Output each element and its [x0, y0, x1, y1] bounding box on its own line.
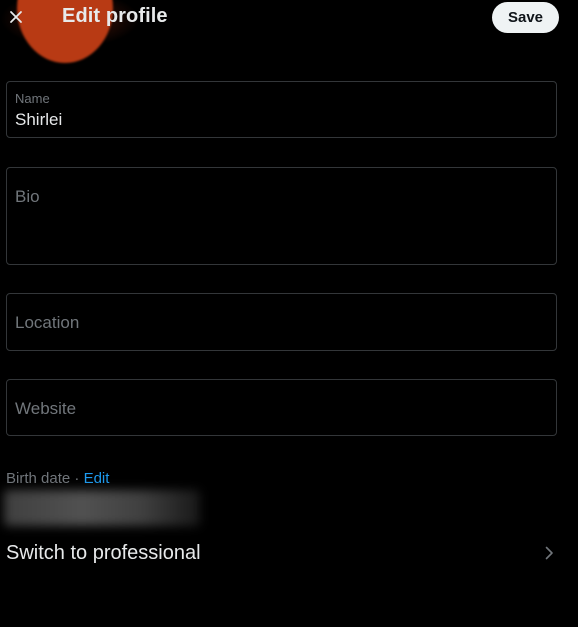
- close-icon: [10, 11, 22, 23]
- switch-to-professional-label: Switch to professional: [6, 542, 201, 564]
- birth-date-value-redacted: [4, 490, 200, 526]
- switch-to-professional-row[interactable]: Switch to professional: [0, 532, 578, 574]
- bio-field[interactable]: Bio: [6, 167, 557, 265]
- location-field[interactable]: Location: [6, 293, 557, 351]
- name-field-value[interactable]: Shirlei: [15, 110, 62, 130]
- birth-date-edit-link[interactable]: Edit: [84, 470, 110, 487]
- save-button[interactable]: Save: [492, 2, 559, 33]
- name-field-label: Name: [15, 91, 50, 106]
- birth-date-row: Birth date · Edit: [6, 470, 109, 487]
- name-field[interactable]: Name Shirlei: [6, 81, 557, 138]
- header: Edit profile Save: [0, 0, 578, 36]
- location-field-placeholder: Location: [15, 313, 80, 332]
- close-button[interactable]: [4, 5, 28, 29]
- birth-date-separator: ·: [70, 470, 84, 487]
- chevron-right-icon: [545, 546, 553, 560]
- website-field[interactable]: Website: [6, 379, 557, 436]
- birth-date-label: Birth date: [6, 470, 71, 487]
- bio-field-placeholder: Bio: [15, 187, 40, 206]
- website-field-placeholder: Website: [15, 399, 77, 418]
- page-title: Edit profile: [62, 5, 168, 27]
